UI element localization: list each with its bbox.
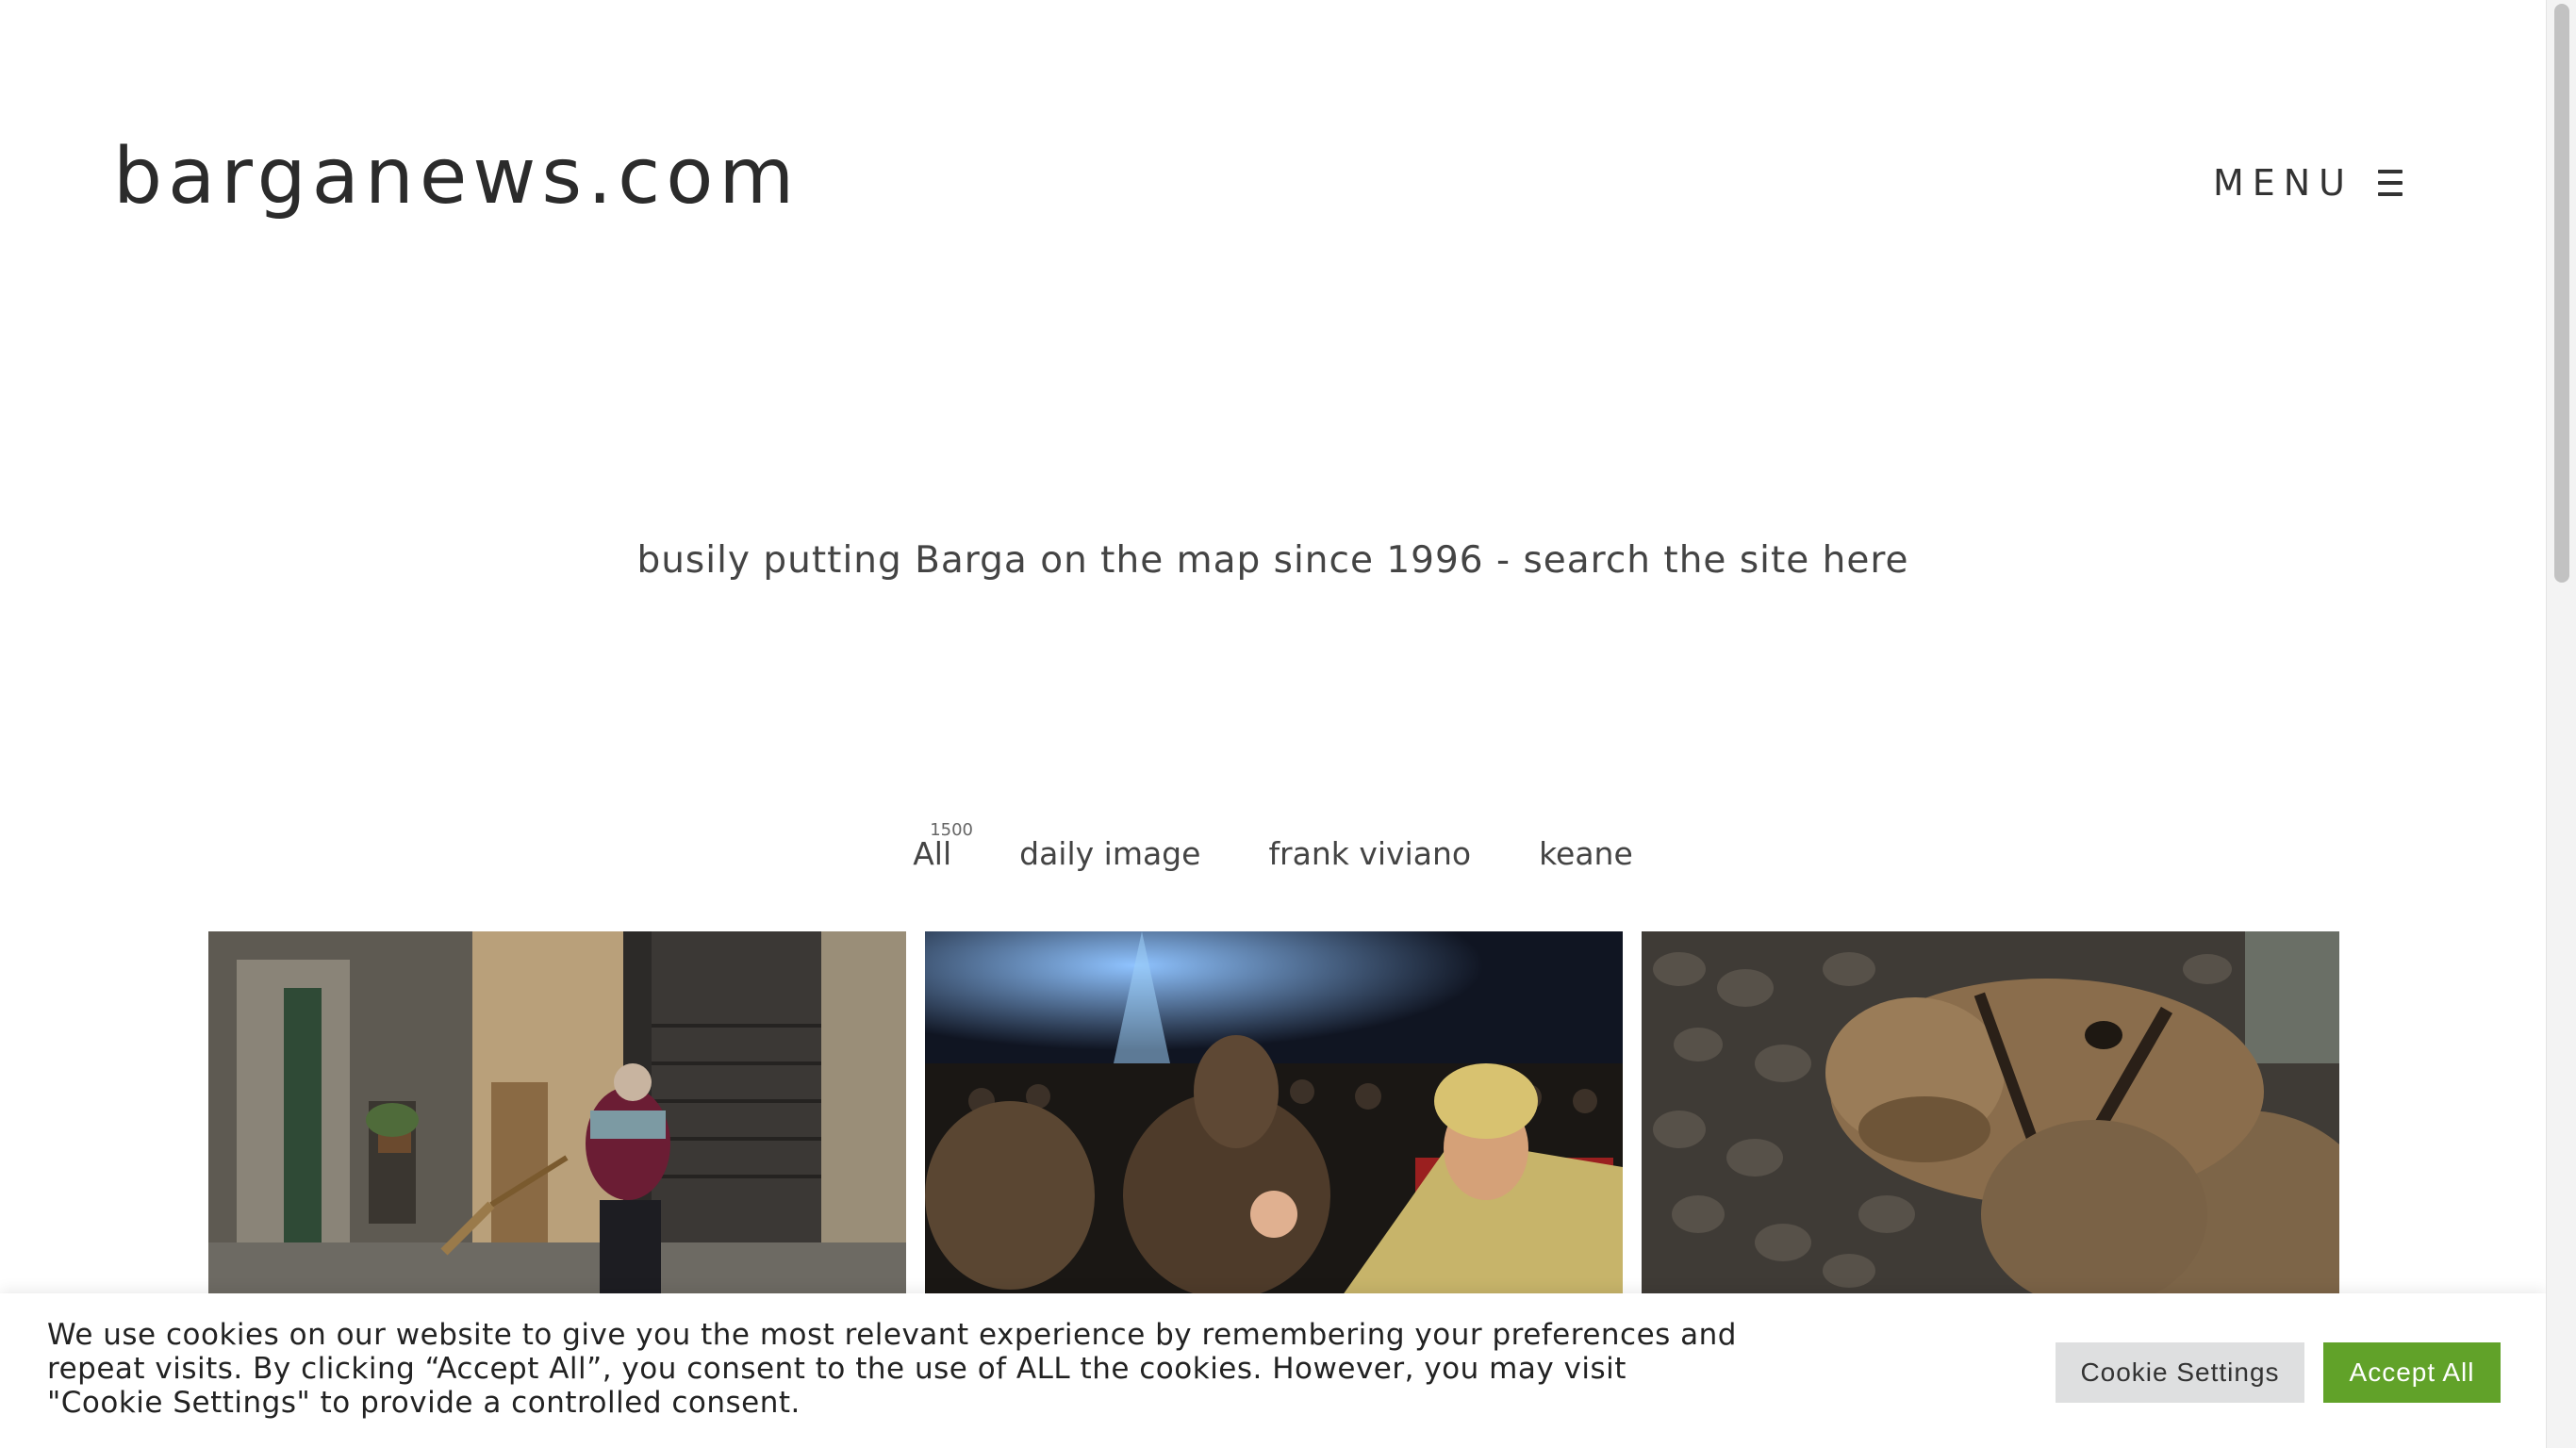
filter-all[interactable]: All 1500: [913, 820, 973, 872]
cookie-settings-button[interactable]: Cookie Settings: [2056, 1342, 2304, 1403]
tagline-text: busily putting Barga on the map since 19…: [636, 539, 1524, 582]
page: barganews.com MENU busily putting Barga …: [0, 0, 2546, 1448]
cookie-consent-bar: We use cookies on our website to give yo…: [0, 1293, 2546, 1448]
camels-procession-photo: [925, 931, 1623, 1299]
gallery-photo-camels-procession[interactable]: [925, 931, 1623, 1299]
vertical-scrollbar[interactable]: [2546, 0, 2576, 1448]
site-logo[interactable]: barganews.com: [113, 132, 800, 222]
gallery-photo-street-sweeper[interactable]: [208, 931, 906, 1299]
tagline: busily putting Barga on the map since 19…: [0, 539, 2546, 582]
filter-daily-image[interactable]: daily image: [1019, 835, 1200, 872]
gallery-photo-camel-closeup[interactable]: [1642, 931, 2339, 1299]
search-site-link[interactable]: search the site here: [1523, 539, 1908, 582]
filter-keane[interactable]: keane: [1539, 835, 1633, 872]
accept-all-button[interactable]: Accept All: [2323, 1342, 2501, 1403]
filter-all-count: 1500: [930, 820, 974, 840]
cookie-consent-text: We use cookies on our website to give yo…: [47, 1318, 1737, 1420]
filter-all-label: All: [913, 835, 952, 872]
menu-label: MENU: [2212, 162, 2353, 204]
menu-button[interactable]: MENU: [2213, 162, 2403, 204]
hamburger-icon: [2378, 170, 2403, 196]
photo-gallery: [208, 931, 2339, 1299]
camel-closeup-photo: [1642, 931, 2339, 1299]
gallery-filters: All 1500 daily image frank viviano keane: [0, 820, 2546, 872]
scrollbar-thumb[interactable]: [2554, 4, 2569, 583]
street-sweeper-photo: [208, 931, 906, 1299]
filter-frank-viviano[interactable]: frank viviano: [1268, 835, 1471, 872]
